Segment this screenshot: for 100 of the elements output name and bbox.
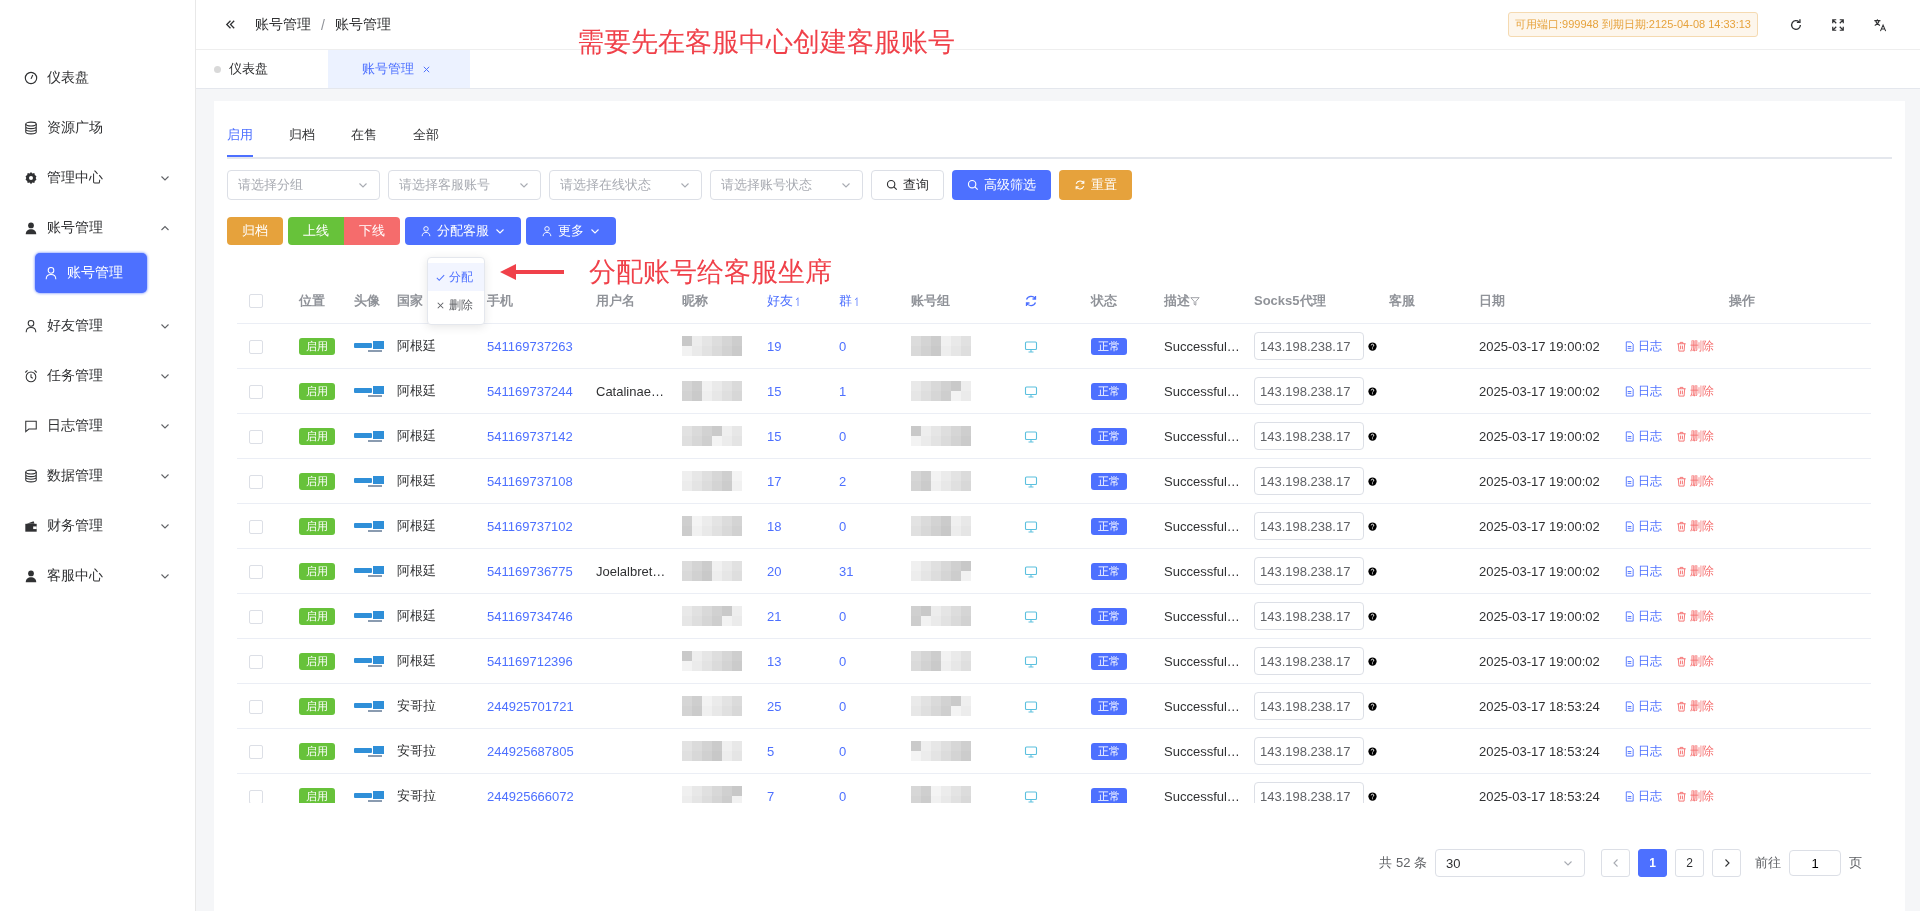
phone-link[interactable]: 541169737142 bbox=[487, 428, 573, 444]
row-action-link[interactable]: 删除 bbox=[1676, 337, 1714, 355]
table-cell[interactable]: 0 bbox=[839, 743, 847, 759]
row-action-link[interactable]: 日志 bbox=[1624, 382, 1662, 400]
help-icon[interactable] bbox=[1368, 791, 1377, 801]
phone-link[interactable]: 541169737102 bbox=[487, 518, 573, 534]
table-cell[interactable]: 0 bbox=[839, 698, 847, 714]
table-cell[interactable]: 13 bbox=[767, 653, 782, 669]
phone-link[interactable]: 541169712396 bbox=[487, 653, 573, 669]
table-cell[interactable]: 0 bbox=[839, 653, 847, 669]
phone-link[interactable]: 541169737108 bbox=[487, 473, 573, 489]
sidebar-item[interactable]: 财务管理 bbox=[0, 501, 195, 551]
checkbox[interactable] bbox=[249, 789, 263, 803]
monitor-icon[interactable] bbox=[1024, 474, 1038, 489]
checkbox[interactable] bbox=[249, 699, 263, 714]
checkbox[interactable] bbox=[249, 609, 263, 624]
sort-icon[interactable] bbox=[795, 295, 801, 307]
monitor-icon[interactable] bbox=[1024, 519, 1038, 534]
proxy-field[interactable]: 143.198.238.17 bbox=[1254, 422, 1364, 450]
phone-link[interactable]: 541169737244 bbox=[487, 383, 573, 399]
table-cell[interactable]: 17 bbox=[767, 473, 782, 489]
select-field[interactable]: 请选择在线状态 bbox=[549, 170, 702, 200]
table-cell[interactable]: 25 bbox=[767, 698, 782, 714]
table-cell[interactable]: 0 bbox=[839, 608, 847, 624]
checkbox[interactable] bbox=[249, 384, 263, 399]
proxy-field[interactable]: 143.198.238.17 bbox=[1254, 377, 1364, 405]
translate-icon[interactable] bbox=[1873, 17, 1887, 32]
help-icon[interactable] bbox=[1368, 701, 1377, 711]
proxy-field[interactable]: 143.198.238.17 bbox=[1254, 782, 1364, 803]
filter-button[interactable]: 查询 bbox=[871, 170, 944, 200]
phone-link[interactable]: 244925687805 bbox=[487, 743, 574, 759]
help-icon[interactable] bbox=[1368, 566, 1377, 576]
status-tab[interactable]: 全部 bbox=[413, 119, 457, 157]
sidebar-item[interactable]: 资源广场 bbox=[0, 103, 195, 153]
help-icon[interactable] bbox=[1368, 746, 1377, 756]
help-icon[interactable] bbox=[1368, 611, 1377, 621]
proxy-field[interactable]: 143.198.238.17 bbox=[1254, 557, 1364, 585]
table-cell[interactable]: 19 bbox=[767, 338, 782, 354]
monitor-icon[interactable] bbox=[1024, 429, 1038, 444]
checkbox[interactable] bbox=[249, 474, 263, 489]
menu-item[interactable]: 删除 bbox=[428, 291, 484, 319]
phone-link[interactable]: 541169736775 bbox=[487, 563, 573, 579]
checkbox[interactable] bbox=[249, 744, 263, 759]
monitor-icon[interactable] bbox=[1024, 744, 1038, 759]
checkbox[interactable] bbox=[249, 294, 263, 309]
action-button[interactable]: 下线 bbox=[344, 217, 400, 245]
row-action-link[interactable]: 删除 bbox=[1676, 697, 1714, 715]
status-tab[interactable]: 在售 bbox=[351, 119, 395, 157]
next-page-button[interactable] bbox=[1712, 849, 1741, 877]
help-icon[interactable] bbox=[1368, 656, 1377, 666]
sort-icon[interactable] bbox=[854, 295, 860, 307]
action-button[interactable]: 更多 bbox=[526, 217, 616, 245]
table-cell[interactable]: 0 bbox=[839, 428, 847, 444]
monitor-icon[interactable] bbox=[1024, 384, 1038, 399]
sidebar-item[interactable]: 仪表盘 bbox=[0, 53, 195, 103]
phone-link[interactable]: 244925701721 bbox=[487, 698, 574, 714]
sidebar-item[interactable]: 日志管理 bbox=[0, 401, 195, 451]
table-cell[interactable]: 0 bbox=[839, 518, 847, 534]
proxy-field[interactable]: 143.198.238.17 bbox=[1254, 692, 1364, 720]
table-cell[interactable]: 20 bbox=[767, 563, 782, 579]
table-cell[interactable]: 0 bbox=[839, 338, 847, 354]
table-cell[interactable]: 1 bbox=[839, 383, 847, 399]
proxy-field[interactable]: 143.198.238.17 bbox=[1254, 737, 1364, 765]
row-action-link[interactable]: 删除 bbox=[1676, 472, 1714, 490]
breadcrumb-item[interactable]: 账号管理 bbox=[334, 15, 391, 34]
status-tab[interactable]: 启用 bbox=[227, 119, 253, 157]
select-field[interactable]: 请选择分组 bbox=[227, 170, 380, 200]
select-field[interactable]: 请选择客服账号 bbox=[388, 170, 541, 200]
action-button[interactable]: 分配客服 bbox=[405, 217, 521, 245]
table-cell[interactable]: 18 bbox=[767, 518, 782, 534]
help-icon[interactable] bbox=[1368, 341, 1377, 351]
sidebar-item[interactable]: 管理中心 bbox=[0, 153, 195, 203]
checkbox[interactable] bbox=[249, 564, 263, 579]
row-action-link[interactable]: 日志 bbox=[1624, 607, 1662, 625]
sidebar-item[interactable]: 数据管理 bbox=[0, 451, 195, 501]
collapse-icon[interactable] bbox=[224, 18, 237, 31]
help-icon[interactable] bbox=[1368, 431, 1377, 441]
action-button[interactable]: 上线 bbox=[288, 217, 344, 245]
previous-page-button[interactable] bbox=[1601, 849, 1630, 877]
row-action-link[interactable]: 删除 bbox=[1676, 787, 1714, 803]
sidebar-item[interactable]: 好友管理 bbox=[0, 301, 195, 351]
breadcrumb-item[interactable]: 账号管理 bbox=[255, 15, 311, 34]
table-cell[interactable]: 7 bbox=[767, 788, 775, 803]
fullscreen-icon[interactable] bbox=[1831, 17, 1845, 32]
sidebar-subitem[interactable]: 账号管理 bbox=[35, 253, 147, 293]
row-action-link[interactable]: 日志 bbox=[1624, 562, 1662, 580]
row-action-link[interactable]: 日志 bbox=[1624, 787, 1662, 803]
table-cell[interactable]: 2 bbox=[839, 473, 847, 489]
row-action-link[interactable]: 日志 bbox=[1624, 427, 1662, 445]
status-tab[interactable]: 归档 bbox=[289, 119, 333, 157]
help-icon[interactable] bbox=[1368, 521, 1377, 531]
monitor-icon[interactable] bbox=[1024, 339, 1038, 354]
goto-page-field[interactable]: 1 bbox=[1789, 850, 1841, 876]
row-action-link[interactable]: 删除 bbox=[1676, 427, 1714, 445]
row-action-link[interactable]: 删除 bbox=[1676, 652, 1714, 670]
close-icon[interactable] bbox=[421, 64, 431, 74]
monitor-icon[interactable] bbox=[1024, 699, 1038, 714]
table-cell[interactable]: 5 bbox=[767, 743, 775, 759]
row-action-link[interactable]: 删除 bbox=[1676, 382, 1714, 400]
table-cell[interactable]: 15 bbox=[767, 428, 782, 444]
